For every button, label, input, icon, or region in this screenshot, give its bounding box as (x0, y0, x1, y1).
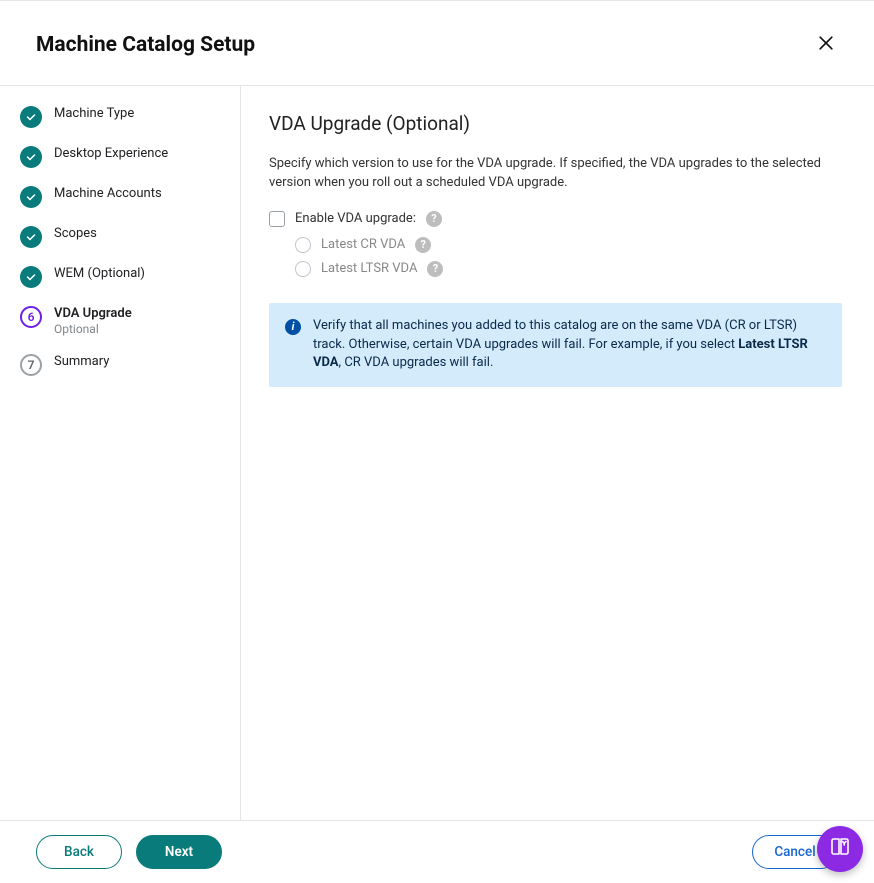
step-label: Machine Type (54, 106, 134, 122)
step-label: WEM (Optional) (54, 266, 145, 282)
info-icon: i (285, 319, 301, 335)
step-label: Machine Accounts (54, 186, 162, 202)
wizard-title: Machine Catalog Setup (36, 33, 255, 57)
step-number-icon: 7 (20, 354, 42, 376)
latest-ltsr-vda-row: Latest LTSR VDA ? (295, 261, 842, 277)
enable-vda-upgrade-row: Enable VDA upgrade: ? (269, 211, 842, 227)
back-button[interactable]: Back (36, 835, 122, 869)
wizard-header: Machine Catalog Setup (0, 1, 874, 85)
content-title: VDA Upgrade (Optional) (269, 112, 842, 135)
wizard-dialog: Machine Catalog Setup Machine Type (0, 0, 874, 883)
step-label: VDA Upgrade (54, 306, 132, 322)
content-description: Specify which version to use for the VDA… (269, 155, 842, 193)
info-text: Verify that all machines you added to th… (313, 317, 826, 374)
info-alert: i Verify that all machines you added to … (269, 303, 842, 388)
step-wem-optional[interactable]: WEM (Optional) (20, 266, 220, 288)
close-button[interactable] (814, 33, 838, 57)
step-desktop-experience[interactable]: Desktop Experience (20, 146, 220, 168)
close-icon (816, 33, 836, 57)
latest-ltsr-vda-radio[interactable] (295, 261, 311, 277)
help-icon[interactable]: ? (415, 237, 431, 253)
step-summary[interactable]: 7 Summary (20, 354, 220, 376)
info-text-post: , CR VDA upgrades will fail. (339, 355, 494, 370)
latest-cr-vda-row: Latest CR VDA ? (295, 237, 842, 253)
wizard-body: Machine Type Desktop Experience Machine … (0, 85, 874, 820)
step-number-icon: 6 (20, 306, 42, 328)
next-button[interactable]: Next (136, 835, 222, 869)
step-label: Summary (54, 354, 109, 370)
checkmark-icon (20, 146, 42, 168)
guide-icon (828, 835, 852, 863)
info-text-pre: Verify that all machines you added to th… (313, 318, 797, 352)
latest-ltsr-vda-label: Latest LTSR VDA (321, 261, 417, 276)
step-machine-type[interactable]: Machine Type (20, 106, 220, 128)
latest-cr-vda-radio[interactable] (295, 237, 311, 253)
help-icon[interactable]: ? (426, 211, 442, 227)
checkmark-icon (20, 226, 42, 248)
step-machine-accounts[interactable]: Machine Accounts (20, 186, 220, 208)
wizard-footer: Back Next Cancel (0, 820, 874, 883)
footer-left: Back Next (36, 835, 222, 869)
help-icon[interactable]: ? (427, 261, 443, 277)
step-sublabel: Optional (54, 322, 132, 336)
checkmark-icon (20, 186, 42, 208)
latest-cr-vda-label: Latest CR VDA (321, 237, 405, 252)
step-label: Scopes (54, 226, 97, 242)
wizard-content: VDA Upgrade (Optional) Specify which ver… (241, 86, 874, 820)
enable-vda-upgrade-label: Enable VDA upgrade: (295, 211, 416, 226)
wizard-steps-sidebar: Machine Type Desktop Experience Machine … (0, 86, 241, 820)
step-scopes[interactable]: Scopes (20, 226, 220, 248)
checkmark-icon (20, 106, 42, 128)
help-fab-button[interactable] (817, 826, 863, 872)
step-label: Desktop Experience (54, 146, 168, 162)
checkmark-icon (20, 266, 42, 288)
enable-vda-upgrade-checkbox[interactable] (269, 211, 285, 227)
step-vda-upgrade[interactable]: 6 VDA Upgrade Optional (20, 306, 220, 336)
